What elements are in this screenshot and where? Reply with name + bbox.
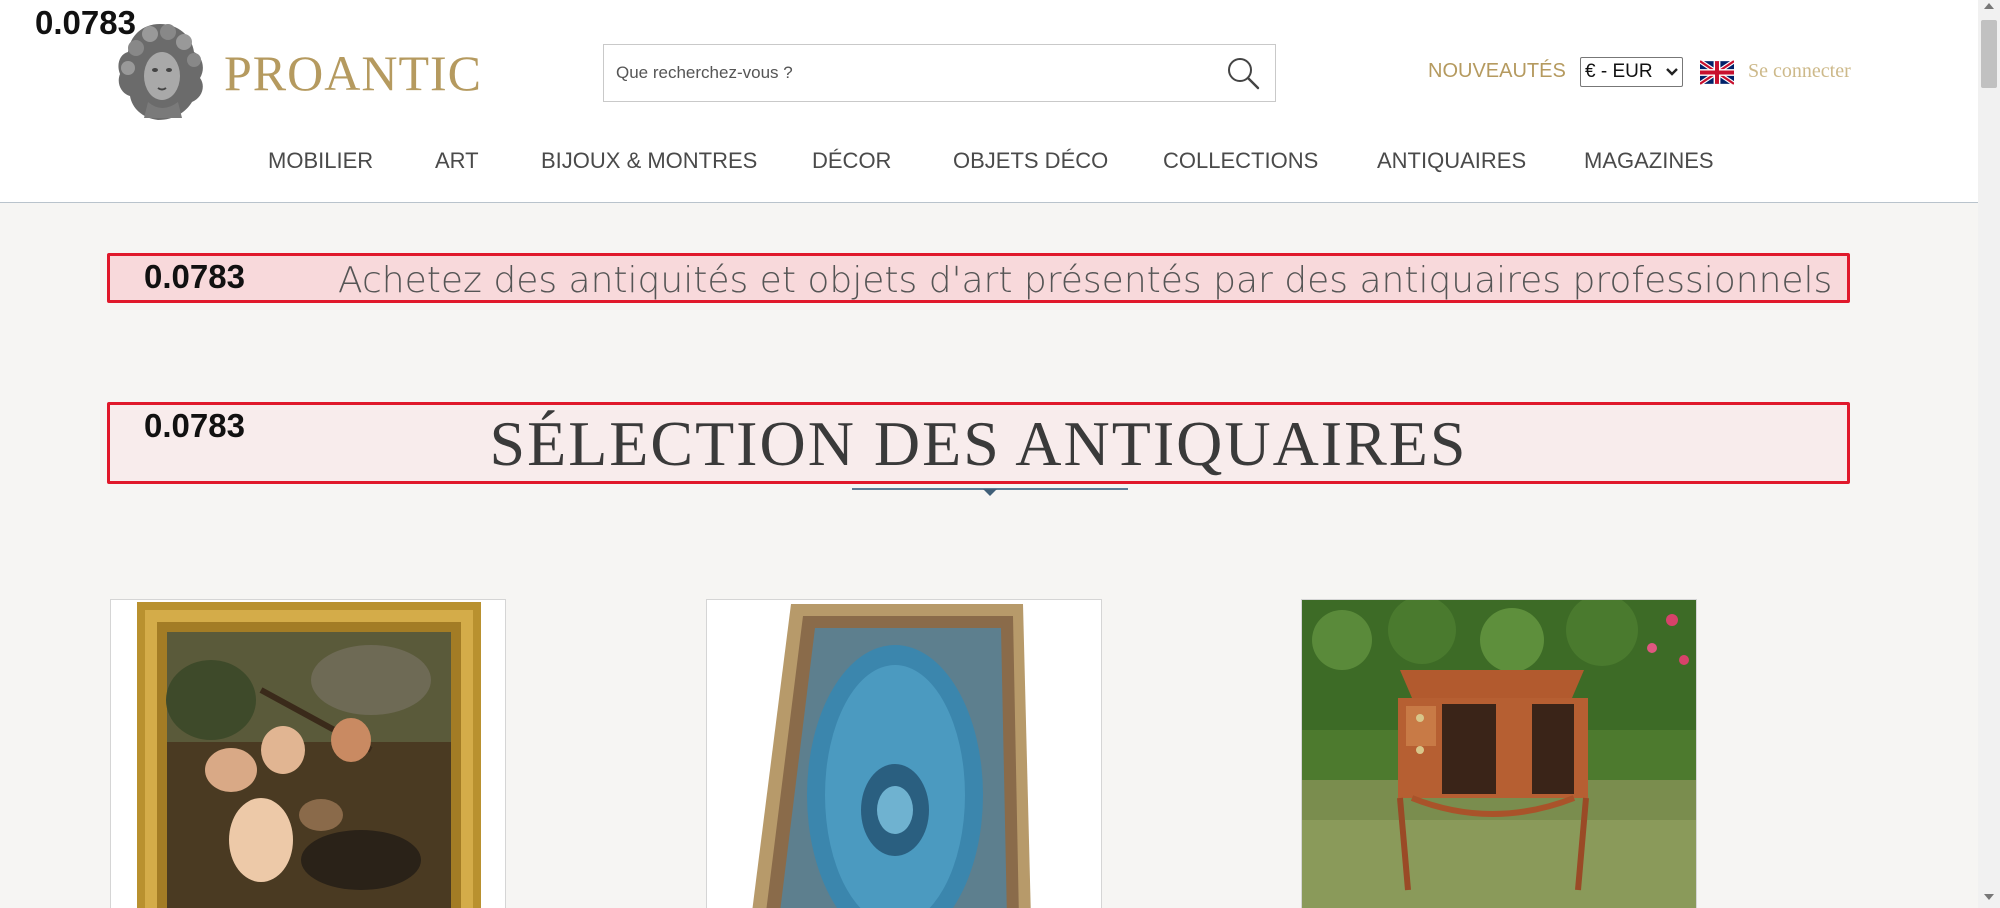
rug-image <box>707 600 1101 908</box>
scroll-up-arrow-icon[interactable] <box>1984 3 1994 9</box>
uk-flag-icon[interactable] <box>1700 60 1734 85</box>
scroll-thumb[interactable] <box>1981 20 1997 88</box>
product-card-commode[interactable] <box>1301 599 1697 908</box>
tagline-banner: 0.0783 Achetez des antiquités et objets … <box>107 253 1850 303</box>
scroll-down-arrow-icon[interactable] <box>1984 894 1994 900</box>
nav-item-antiquaires[interactable]: ANTIQUAIRES <box>1377 148 1526 174</box>
site-header: 0.0783 PROANTIC NOUVEAUTÉS € - EUR Se co… <box>0 0 1978 203</box>
section-title-banner: 0.0783 SÉLECTION DES ANTIQUAIRES <box>107 402 1850 484</box>
commode-image <box>1302 600 1696 908</box>
nouveautes-link[interactable]: NOUVEAUTÉS <box>1428 60 1566 83</box>
login-link[interactable]: Se connecter <box>1748 60 1851 83</box>
score-overlay: 0.0783 <box>144 407 245 444</box>
currency-select[interactable]: € - EUR <box>1580 57 1683 87</box>
nav-item-objets-deco[interactable]: OBJETS DÉCO <box>953 148 1108 174</box>
product-card-painting[interactable] <box>110 599 506 908</box>
nav-item-collections[interactable]: COLLECTIONS <box>1163 148 1318 174</box>
nav-item-mobilier[interactable]: MOBILIER <box>268 148 373 174</box>
score-overlay: 0.0783 <box>144 258 245 295</box>
underline-arrow <box>983 489 997 496</box>
section-title: SÉLECTION DES ANTIQUAIRES <box>489 408 1468 479</box>
product-card-rug[interactable] <box>706 599 1102 908</box>
nav-item-magazines[interactable]: MAGAZINES <box>1584 148 1714 174</box>
painting-image <box>111 600 505 908</box>
score-overlay: 0.0783 <box>35 4 136 41</box>
nav-item-bijoux-montres[interactable]: BIJOUX & MONTRES <box>541 148 757 174</box>
chevron-down-icon <box>1666 68 1678 76</box>
search-icon[interactable] <box>1223 54 1263 94</box>
main-nav: MOBILIER ART BIJOUX & MONTRES DÉCOR OBJE… <box>0 148 1978 178</box>
nav-item-art[interactable]: ART <box>435 148 479 174</box>
currency-value: € - EUR <box>1585 61 1653 82</box>
search-box <box>603 44 1276 102</box>
logo-text[interactable]: PROANTIC <box>224 44 482 102</box>
tagline-text: Achetez des antiquités et objets d'art p… <box>338 260 1833 301</box>
search-input[interactable] <box>616 45 1206 101</box>
nav-item-decor[interactable]: DÉCOR <box>812 148 891 174</box>
page-scrollbar[interactable] <box>1978 0 2000 908</box>
